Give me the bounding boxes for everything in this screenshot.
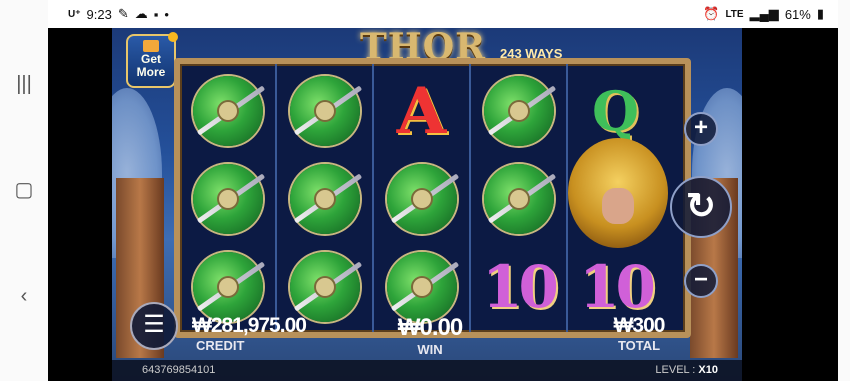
symbol-shield (473, 156, 564, 242)
symbol-shield (279, 156, 370, 242)
message-icon: ▪ (153, 6, 159, 22)
battery-percent: 61% (784, 6, 811, 22)
bet-increase-button[interactable]: + (684, 112, 718, 146)
total-value: ₩300 (613, 314, 666, 337)
dot-icon: • (164, 6, 169, 22)
slot-game: THOR 243 WAYS Get More A 10 Q 10 + ↻ − ☰… (112, 28, 742, 381)
battery-icon: ▮ (816, 6, 824, 21)
notification-dot (168, 32, 178, 42)
win-panel: ₩0.00 WIN (380, 314, 480, 357)
clock: 9:23 (86, 6, 112, 22)
android-nav-bar: ||| ▢ ‹ (0, 0, 48, 381)
cloud-icon: ☁ (134, 6, 148, 21)
pen-icon: ✎ (117, 6, 129, 21)
get-more-button[interactable]: Get More (126, 32, 178, 88)
footer-bar: 643769854101 LEVEL : X10 (112, 360, 742, 381)
symbol-a: A (396, 73, 447, 149)
screen-edge (838, 0, 850, 381)
reel-4: 10 (471, 64, 568, 332)
symbol-ten: 10 (482, 253, 559, 321)
win-value: ₩0.00 (397, 314, 463, 341)
bet-decrease-button[interactable]: − (684, 264, 718, 298)
reel-1 (180, 64, 277, 332)
serial-number: 643769854101 (142, 364, 216, 376)
gift-icon (143, 40, 159, 52)
thor-wild-symbol (568, 138, 668, 248)
level-value: X10 (698, 364, 718, 376)
back-icon[interactable]: ‹ (12, 284, 36, 308)
menu-button[interactable]: ☰ (130, 302, 178, 350)
lte-label: LTE (725, 8, 744, 20)
reel-3: A (374, 64, 471, 332)
get-more-line1: Get (140, 52, 161, 66)
reel-2 (277, 64, 374, 332)
recent-apps-icon[interactable]: ||| (12, 72, 36, 96)
level-indicator: LEVEL : X10 (655, 364, 718, 376)
carrier-label: U⁺ (68, 8, 81, 20)
symbol-shield (182, 156, 273, 242)
signal-icon: ▂▄▆ (749, 6, 779, 21)
total-label: TOTAL (617, 338, 661, 353)
credit-label: CREDIT (196, 338, 245, 353)
symbol-shield (376, 156, 467, 242)
symbol-shield (182, 68, 273, 154)
home-icon[interactable]: ▢ (12, 178, 36, 202)
symbol-shield (279, 68, 370, 154)
credit-panel: ₩281,975.00 CREDIT (192, 314, 307, 353)
total-panel: ₩300 TOTAL (604, 314, 674, 353)
credit-value: ₩281,975.00 (192, 314, 307, 337)
win-label: WIN (417, 342, 443, 357)
symbol-shield (473, 68, 564, 154)
alarm-icon: ⏰ (703, 6, 720, 21)
status-bar: U⁺ 9:23 ✎ ☁ ▪ • ⏰ LTE ▂▄▆ 61% ▮ (48, 0, 838, 28)
spin-button[interactable]: ↻ (670, 176, 732, 238)
get-more-line2: More (136, 65, 166, 79)
level-label: LEVEL : (655, 364, 696, 376)
